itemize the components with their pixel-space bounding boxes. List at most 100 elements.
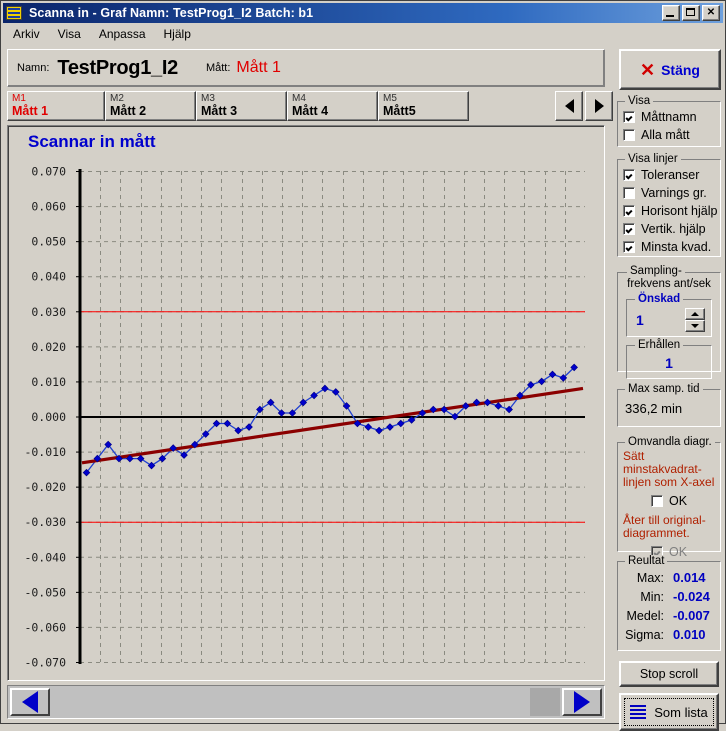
menu-item-arkiv[interactable]: Arkiv <box>5 26 48 42</box>
tab-m2-label: Mått 2 <box>110 104 147 118</box>
erhallen-title: Erhållen <box>635 339 684 351</box>
menu-item-visa[interactable]: Visa <box>50 26 89 42</box>
menu-item-anpassa[interactable]: Anpassa <box>91 26 154 42</box>
checkbox-alla-matt-label: Alla mått <box>641 128 690 142</box>
result-sigma-key: Sigma: <box>625 628 664 642</box>
minimize-button[interactable] <box>662 5 680 21</box>
som-lista-label: Som lista <box>654 704 708 720</box>
tab-m2[interactable]: M2 Mått 2 <box>105 91 196 121</box>
checkbox-row-alla-matt[interactable]: Alla mått <box>623 127 720 143</box>
triangle-left-icon <box>564 99 574 113</box>
checkbox-row-varningsgr[interactable]: Varnings gr. <box>623 185 720 201</box>
header-info-panel: Namn: TestProg1_I2 Mått: Mått 1 <box>7 49 605 87</box>
visa-linjer-group-title: Visa linjer <box>625 153 681 165</box>
sidebar: ✕ Stäng Visa Måttnamn Alla mått Visa lin… <box>613 49 723 731</box>
window-controls: ✕ <box>662 5 720 21</box>
maximize-button[interactable] <box>682 5 700 21</box>
matt-label: Mått: <box>205 62 231 74</box>
checkbox-alla-matt[interactable] <box>623 129 635 141</box>
scroll-right-button[interactable] <box>562 688 602 716</box>
tab-m1[interactable]: M1 Mått 1 <box>7 91 105 121</box>
y-axis-tick-label: -0.060 <box>24 620 66 634</box>
checkbox-ok1[interactable] <box>650 495 663 507</box>
omvandla-text1-line2: linjen som X-axel <box>623 475 715 489</box>
tab-m4[interactable]: M4 Mått 4 <box>287 91 378 121</box>
checkbox-row-minsta-kvad[interactable]: Minsta kvad. <box>623 239 720 255</box>
list-lines-icon <box>630 705 647 719</box>
menu-bar: Arkiv Visa Anpassa Hjälp <box>3 24 723 43</box>
checkbox-mattnamn[interactable] <box>623 111 635 123</box>
omvandla-group: Omvandla diagr. Sätt minstakvadrat- linj… <box>617 436 721 559</box>
window-title: Scanna in - Graf Namn: TestProg1_I2 Batc… <box>29 6 314 20</box>
checkbox-minsta-kvad-label: Minsta kvad. <box>641 240 712 254</box>
checkbox-row-toleranser[interactable]: Toleranser <box>623 167 720 183</box>
result-medel-key: Medel: <box>626 609 664 623</box>
spinner-up-button[interactable] <box>685 308 705 320</box>
omvandla-text2-line2: diagrammet. <box>623 526 690 540</box>
checkbox-row-horisont-hjalp[interactable]: Horisont hjälp <box>623 203 720 219</box>
title-bar: Scanna in - Graf Namn: TestProg1_I2 Batc… <box>3 3 723 23</box>
y-axis-tick-label: -0.070 <box>24 656 66 670</box>
y-axis-tick-label: 0.040 <box>31 270 66 284</box>
result-min-key: Min: <box>640 590 664 604</box>
tab-m4-id: M4 <box>292 93 306 104</box>
triangle-left-icon <box>22 691 38 713</box>
chart-plot-area[interactable]: 0.070 0.060 0.050 0.040 0.030 0.020 0.010 0.000… <box>8 126 604 680</box>
stop-scroll-label: Stop scroll <box>639 667 699 681</box>
spinner-down-button[interactable] <box>685 320 705 332</box>
y-axis-tick-label: 0.000 <box>31 410 66 424</box>
result-min-value: -0.024 <box>673 589 710 604</box>
scrollbar-thumb[interactable] <box>530 688 560 716</box>
tab-m3-id: M3 <box>201 93 215 104</box>
tab-m4-label: Mått 4 <box>292 104 329 118</box>
triangle-down-icon <box>691 324 699 328</box>
visa-group: Visa Måttnamn Alla mått <box>617 95 721 147</box>
erhallen-value: 1 <box>665 355 673 371</box>
sampling-group: Sampling- frekvens ant/sek Önskad 1 Erhå… <box>617 265 721 379</box>
tab-next-button[interactable] <box>585 91 613 121</box>
checkbox-toleranser[interactable] <box>623 169 635 181</box>
checkbox-row-ok1[interactable]: OK <box>618 493 720 509</box>
max-samp-tid-title: Max samp. tid <box>625 383 703 395</box>
onskad-spinner[interactable] <box>685 308 705 332</box>
som-lista-button[interactable]: Som lista <box>619 693 719 731</box>
onskad-box: Önskad 1 <box>626 293 712 337</box>
result-row-sigma: Sigma: 0.010 <box>618 627 720 646</box>
checkbox-vertik-hjalp[interactable] <box>623 223 635 235</box>
tab-prev-button[interactable] <box>555 91 583 121</box>
scroll-left-button[interactable] <box>10 688 50 716</box>
horizontal-scrollbar[interactable] <box>7 685 605 719</box>
y-axis-tick-label: -0.050 <box>24 585 66 599</box>
resultat-title: Reultat <box>625 555 668 567</box>
y-axis-tick-label: -0.030 <box>24 515 66 529</box>
onskad-value: 1 <box>636 312 644 328</box>
checkbox-varningsgr-label: Varnings gr. <box>641 186 707 200</box>
name-label: Namn: <box>17 62 50 74</box>
tab-m1-label: Mått 1 <box>12 104 49 118</box>
tab-m1-id: M1 <box>12 93 26 104</box>
tab-m5-id: M5 <box>383 93 397 104</box>
close-button[interactable]: ✕ Stäng <box>619 49 721 90</box>
max-samp-tid-value: 336,2 min <box>625 401 683 416</box>
checkbox-varningsgr[interactable] <box>623 187 635 199</box>
y-axis-tick-label: 0.070 <box>31 165 66 179</box>
visa-linjer-group: Visa linjer Toleranser Varnings gr. Hori… <box>617 153 721 257</box>
close-icon[interactable]: ✕ <box>702 5 720 21</box>
y-axis-tick-label: -0.040 <box>24 550 66 564</box>
tab-m3[interactable]: M3 Mått 3 <box>196 91 287 121</box>
checkbox-minsta-kvad[interactable] <box>623 241 635 253</box>
triangle-right-icon <box>574 691 590 713</box>
tab-m5[interactable]: M5 Mått5 <box>378 91 469 121</box>
menu-item-hjalp[interactable]: Hjälp <box>156 26 199 42</box>
checkbox-row-vertik-hjalp[interactable]: Vertik. hjälp <box>623 221 720 237</box>
graph-panel: Scannar in mått 0.070 0.060 0.050 0.040 0.03… <box>7 125 605 681</box>
checkbox-row-mattnamn[interactable]: Måttnamn <box>623 109 720 125</box>
checkbox-horisont-hjalp[interactable] <box>623 205 635 217</box>
checkbox-toleranser-label: Toleranser <box>641 168 700 182</box>
stop-scroll-button[interactable]: Stop scroll <box>619 661 719 687</box>
application-window: Scanna in - Graf Namn: TestProg1_I2 Batc… <box>0 0 726 731</box>
triangle-right-icon <box>594 99 604 113</box>
result-row-min: Min: -0.024 <box>618 589 720 608</box>
tab-m2-id: M2 <box>110 93 124 104</box>
flag-icon <box>6 6 22 20</box>
